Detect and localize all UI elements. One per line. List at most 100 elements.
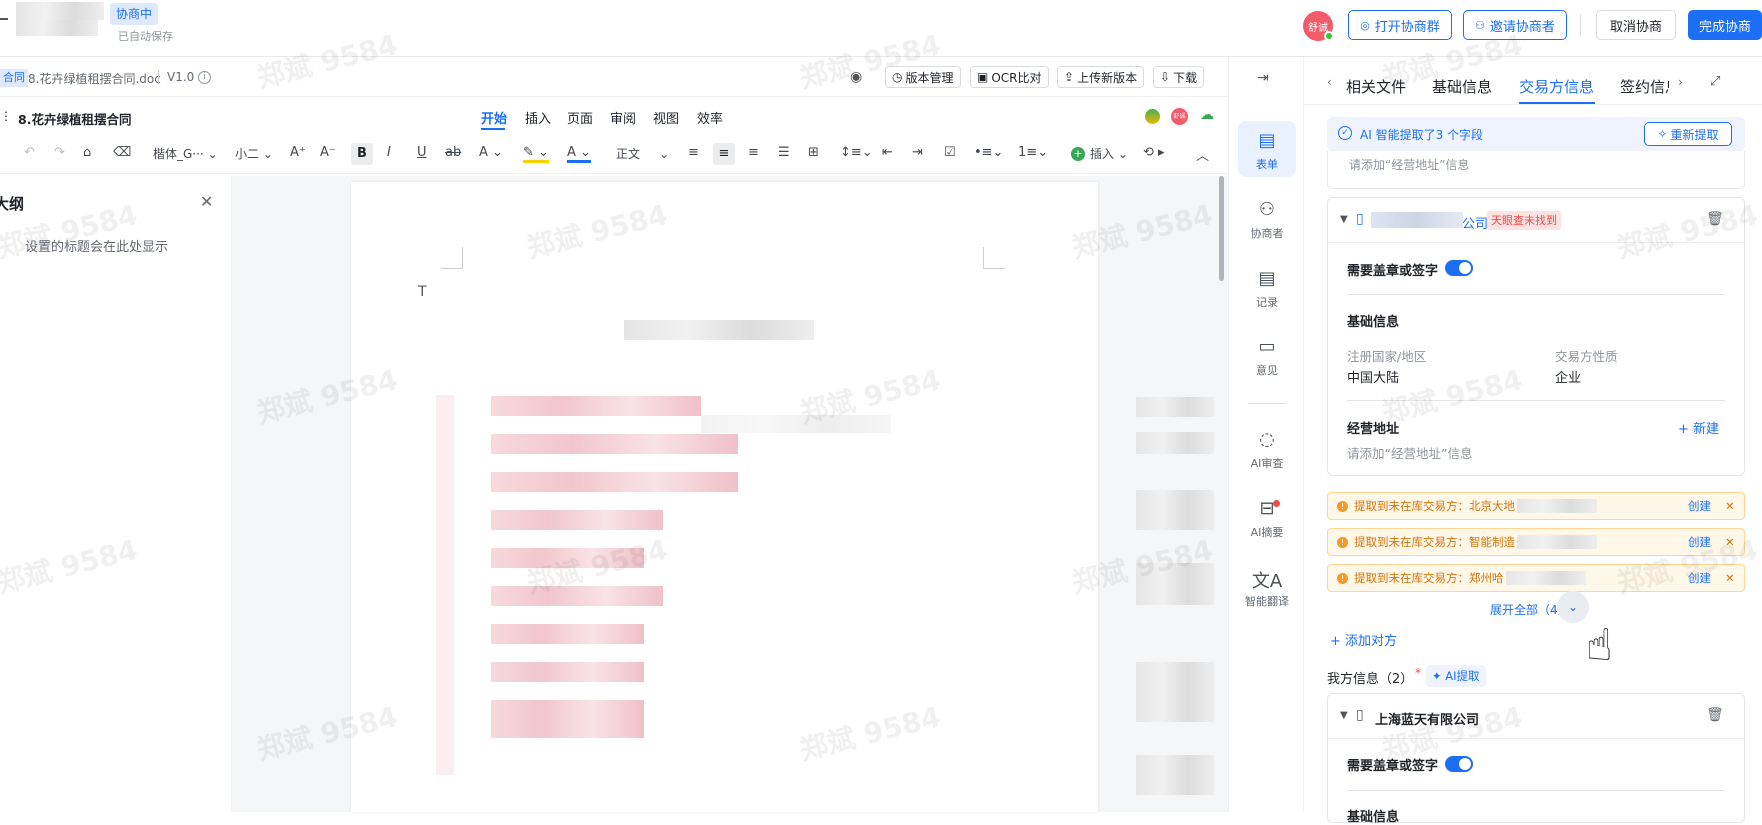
justify-icon[interactable]: ☰ xyxy=(778,145,790,160)
collapse-panel-icon[interactable]: ⇥ xyxy=(1257,70,1269,86)
person-add-icon: ⚇ xyxy=(1475,18,1485,32)
new-address-button[interactable]: + 新建 xyxy=(1678,418,1719,437)
align-left-icon[interactable]: ≡ xyxy=(688,145,699,160)
close-warning-icon[interactable]: ✕ xyxy=(1725,499,1735,513)
format-painter-icon[interactable]: ⌂ xyxy=(83,145,91,160)
upload-label: 上传新版本 xyxy=(1077,70,1138,85)
delete-party-icon[interactable]: 🗑 xyxy=(1706,211,1724,227)
font-shrink-icon[interactable]: A⁻ xyxy=(320,145,336,160)
italic-button[interactable]: I xyxy=(387,145,391,160)
undo-icon[interactable]: ↶ xyxy=(24,145,35,160)
line-spacing-icon[interactable]: ↕≡⌄ xyxy=(840,145,873,160)
eraser-icon[interactable]: ⌫ xyxy=(113,145,131,160)
bold-button[interactable]: B xyxy=(351,143,373,165)
collapse-caret-icon[interactable]: ▼ xyxy=(1340,214,1348,225)
expand-chevron-icon[interactable]: ⌄ xyxy=(1557,591,1589,623)
menu-active-underline xyxy=(481,128,505,130)
side-nav-records[interactable]: ▤ 记录 xyxy=(1238,268,1296,310)
seal-toggle[interactable] xyxy=(1445,260,1473,276)
ocr-compare-button[interactable]: ▣ OCR比对 xyxy=(970,66,1049,88)
close-warning-icon[interactable]: ✕ xyxy=(1725,571,1735,585)
tabs-prev-icon[interactable]: ‹ xyxy=(1327,75,1332,89)
upload-version-button[interactable]: ⇪ 上传新版本 xyxy=(1057,66,1145,88)
party-card-divider-top xyxy=(1328,242,1744,243)
info-icon[interactable]: i xyxy=(198,71,211,84)
menu-review[interactable]: 审阅 xyxy=(610,108,636,127)
menu-icon[interactable]: ⋮ xyxy=(0,109,12,123)
doc-line-5 xyxy=(491,548,644,568)
checkbox-icon[interactable]: ☑ xyxy=(944,145,956,160)
menu-efficiency[interactable]: 效率 xyxy=(697,108,723,127)
align-center-icon[interactable]: ≡ xyxy=(713,143,735,165)
tab-sign-info[interactable]: 签约信息 xyxy=(1620,76,1669,97)
comment-icon: ▭ xyxy=(1258,336,1276,357)
outline-placeholder: 设置的标题会在此处显示 xyxy=(25,240,169,255)
back-icon[interactable] xyxy=(0,18,8,20)
menu-insert[interactable]: 插入 xyxy=(525,108,551,127)
distribute-icon[interactable]: ⊞ xyxy=(808,145,819,160)
strikethrough-button[interactable]: ab xyxy=(445,145,461,160)
preview-eye-icon[interactable]: ◉ xyxy=(850,69,862,85)
more-tools-icon[interactable]: ⟲ ▸ xyxy=(1143,145,1165,160)
doc-line-4 xyxy=(491,510,663,530)
highlight-icon[interactable]: ✎ ⌄ xyxy=(523,145,549,163)
collapse-toolbar-icon[interactable]: ︿ xyxy=(1196,145,1209,164)
history-icon: ◷ xyxy=(892,70,903,84)
tab-related-files[interactable]: 相关文件 xyxy=(1346,76,1406,97)
expand-icon[interactable]: ⤢ xyxy=(1710,74,1720,89)
re-extract-button[interactable]: ✧ 重新提取 xyxy=(1644,122,1732,146)
download-button[interactable]: ⇩ 下载 xyxy=(1153,66,1205,88)
tab-party-info[interactable]: 交易方信息 xyxy=(1519,76,1594,97)
menu-page[interactable]: 页面 xyxy=(567,108,593,127)
font-size-select[interactable]: 小二 ⌄ xyxy=(235,145,273,162)
ai-extract-button[interactable]: ✦ AI提取 xyxy=(1426,665,1486,687)
indent-icon[interactable]: ⇥ xyxy=(912,145,923,160)
font-family-value: 楷体_G··· xyxy=(153,147,204,161)
numbered-list-icon[interactable]: 1≡⌄ xyxy=(1018,145,1048,160)
font-color-icon[interactable]: A ⌄ xyxy=(567,145,591,163)
party-name-suffix[interactable]: 公司 xyxy=(1462,213,1488,232)
close-warning-icon[interactable]: ✕ xyxy=(1725,535,1735,549)
add-counterparty-button[interactable]: + 添加对方 xyxy=(1330,630,1397,649)
collapse-caret-icon-2[interactable]: ▼ xyxy=(1340,710,1348,721)
tab-basic-info[interactable]: 基础信息 xyxy=(1432,76,1492,97)
text-effect-icon[interactable]: A ⌄ xyxy=(479,145,503,160)
menu-view[interactable]: 视图 xyxy=(653,108,679,127)
side-nav-ai-review[interactable]: ◌ AI审查 xyxy=(1238,429,1296,471)
paragraph-style-select[interactable]: 正文 ⌄ xyxy=(616,145,669,162)
doc-filename: 8.花卉绿植租摆合同.doc xyxy=(28,72,161,86)
tabs-next-icon[interactable]: › xyxy=(1678,75,1683,89)
insert-plus-icon[interactable]: + xyxy=(1071,147,1085,161)
side-nav-form[interactable]: ▤ 表单 xyxy=(1238,130,1296,172)
my-seal-toggle[interactable] xyxy=(1445,756,1473,772)
open-group-button[interactable]: ◎ 打开协商群 xyxy=(1348,10,1452,40)
delete-my-company-icon[interactable]: 🗑 xyxy=(1706,707,1724,723)
bullet-list-icon[interactable]: •≡⌄ xyxy=(974,145,1003,160)
warning-text-1: 提取到未在库交易方：北京大地 xyxy=(1354,499,1515,513)
side-nav-ai-summary[interactable]: ⊟ AI摘要 xyxy=(1238,498,1296,540)
insert-button[interactable]: 插入 ⌄ xyxy=(1090,145,1128,162)
font-grow-icon[interactable]: A⁺ xyxy=(290,145,306,160)
invite-button[interactable]: ⚇ 邀请协商者 xyxy=(1463,10,1567,40)
version-mgmt-button[interactable]: ◷ 版本管理 xyxy=(885,66,961,88)
redo-icon[interactable]: ↷ xyxy=(54,145,65,160)
close-outline-icon[interactable]: ✕ xyxy=(200,192,213,211)
font-family-select[interactable]: 楷体_G··· ⌄ xyxy=(153,145,218,162)
separator xyxy=(158,70,159,84)
finish-negotiation-button[interactable]: 完成协商 xyxy=(1688,10,1762,40)
side-nav-collaborators[interactable]: ⚇ 协商者 xyxy=(1238,199,1296,241)
side-nav-translate[interactable]: 文A 智能翻译 xyxy=(1238,567,1296,609)
my-basic-info-title: 基础信息 xyxy=(1347,810,1400,825)
side-nav-comments[interactable]: ▭ 意见 xyxy=(1238,336,1296,378)
cancel-negotiation-button[interactable]: 取消协商 xyxy=(1596,10,1676,40)
open-group-label: 打开协商群 xyxy=(1374,19,1440,35)
create-button-3[interactable]: 创建 xyxy=(1688,570,1711,586)
editor-scrollbar[interactable] xyxy=(1219,176,1224,281)
outdent-icon[interactable]: ⇤ xyxy=(882,145,893,160)
align-right-icon[interactable]: ≡ xyxy=(748,145,759,160)
menu-start[interactable]: 开始 xyxy=(481,108,507,127)
underline-button[interactable]: U xyxy=(417,145,427,160)
create-button-1[interactable]: 创建 xyxy=(1688,498,1711,514)
create-button-2[interactable]: 创建 xyxy=(1688,534,1711,550)
divider xyxy=(1580,14,1581,36)
